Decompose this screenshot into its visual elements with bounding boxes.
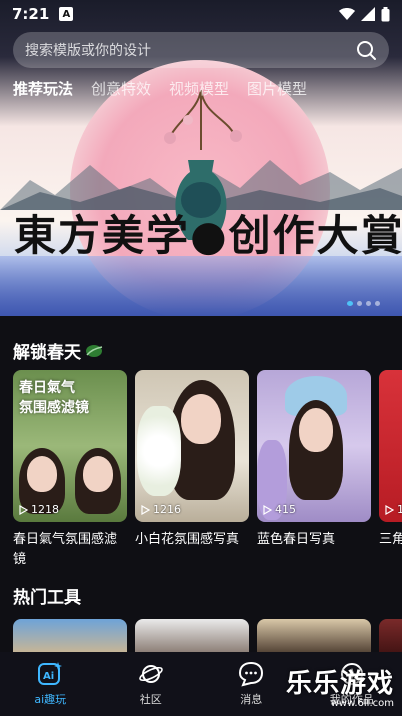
template-image: 415 <box>257 370 371 522</box>
battery-icon <box>381 6 390 21</box>
template-card[interactable]: 1 三角 <box>379 370 402 550</box>
nav-ai-play[interactable]: Ai ai趣玩 <box>0 652 101 716</box>
tab-creative-effects[interactable]: 创意特效 <box>91 78 151 99</box>
category-tabs: 推荐玩法 创意特效 视频模型 图片模型 <box>13 78 307 99</box>
tab-video-models[interactable]: 视频模型 <box>169 78 229 99</box>
watermark-text: 乐乐游戏 <box>286 669 395 699</box>
template-image: 1 <box>379 370 402 522</box>
banner-title: 東方美学●创作大賞 <box>14 211 402 260</box>
play-icon <box>263 504 272 515</box>
search-icon[interactable] <box>355 39 377 61</box>
template-title: 三角 <box>379 532 402 547</box>
template-image: 春日氣气 氛围感滤镜 1218 <box>13 370 127 522</box>
usage-count: 1 <box>385 503 402 516</box>
ai-icon: Ai <box>38 662 63 685</box>
pagination-dot <box>375 301 380 306</box>
usage-count: 1216 <box>141 503 181 516</box>
template-carousel: 春日氣气 氛围感滤镜 1218 春日氣气氛围感滤镜 1216 小白花氛围感写真 <box>13 370 402 570</box>
card-overlay-text: 春日氣气 氛围感滤镜 <box>19 380 89 416</box>
template-title: 蓝色春日写真 <box>257 532 336 547</box>
search-placeholder: 搜索模版或你的设计 <box>25 43 151 59</box>
pagination-dot <box>347 301 353 306</box>
planet-icon <box>138 665 163 683</box>
status-bar: 7:21 A <box>0 0 402 28</box>
svg-text:Ai: Ai <box>43 671 54 682</box>
chat-icon <box>239 661 264 687</box>
template-title: 小白花氛围感写真 <box>135 532 240 547</box>
template-card[interactable]: 春日氣气 氛围感滤镜 1218 春日氣气氛围感滤镜 <box>13 370 127 570</box>
play-icon <box>141 504 150 515</box>
tab-image-models[interactable]: 图片模型 <box>247 78 307 99</box>
banner-reflection <box>0 256 402 316</box>
play-icon <box>385 504 394 515</box>
site-watermark: 乐乐游戏 www.6ll.com <box>286 663 402 716</box>
template-card[interactable]: 415 蓝色春日写真 <box>257 370 371 550</box>
nav-community[interactable]: 社区 <box>101 652 202 716</box>
pagination-dot <box>366 301 371 306</box>
template-card[interactable]: 1216 小白花氛围感写真 <box>135 370 249 550</box>
tab-recommended[interactable]: 推荐玩法 <box>13 78 73 99</box>
template-title: 春日氣气氛围感滤镜 <box>13 532 118 567</box>
signal-icon <box>361 7 375 21</box>
search-input[interactable]: 搜索模版或你的设计 <box>13 32 389 68</box>
usage-count: 415 <box>263 503 296 516</box>
leaf-icon <box>86 344 103 357</box>
usage-count: 1218 <box>19 503 59 516</box>
section-title-tools: 热门工具 <box>13 588 81 608</box>
notification-icon: A <box>59 7 74 21</box>
wifi-icon <box>339 8 355 20</box>
play-icon <box>19 504 28 515</box>
pagination-dot <box>357 301 362 306</box>
status-time: 7:21 <box>12 5 50 23</box>
banner-pagination <box>347 301 380 306</box>
template-image: 1216 <box>135 370 249 522</box>
section-title-spring: 解锁春天 <box>13 338 103 363</box>
